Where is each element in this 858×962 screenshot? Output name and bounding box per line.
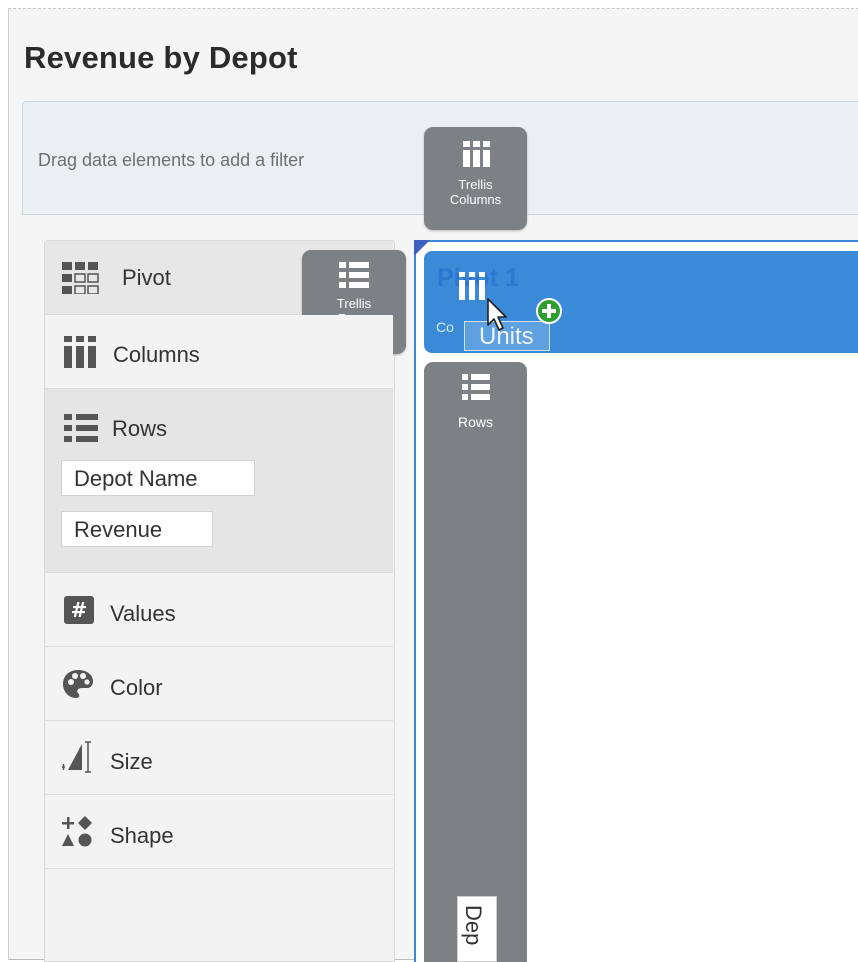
trellis-columns-label-1: Trellis [458,177,493,192]
columns-label: Columns [113,342,200,367]
trellis-columns-label-2: Columns [449,192,502,207]
selection-corner-marker [414,240,430,256]
shape-label: Shape [110,823,174,848]
palette-icon [63,670,93,698]
add-plus-icon [536,298,562,324]
grammar-section-size[interactable]: Size [45,721,393,795]
svg-text:#: # [71,598,88,622]
rows-drop-label: Rows [457,414,493,430]
values-label: Values [110,601,176,626]
size-icon [62,741,91,773]
columns-target-label: Co [436,319,454,335]
grammar-section-values[interactable]: # Values [45,573,393,647]
pivot-icon [62,262,99,294]
rows-icon [64,414,98,442]
grammar-section-columns[interactable]: Columns [45,315,393,389]
columns-icon [462,141,490,167]
columns-icon [459,272,485,300]
rows-item-revenue[interactable]: Revenue [61,511,213,547]
hash-icon: # [64,596,94,624]
page-title: Revenue by Depot [24,40,298,75]
color-label: Color [110,675,163,700]
grammar-section-color[interactable]: Color [45,647,393,721]
rows-drop-target[interactable]: Rows [424,362,527,962]
trellis-rows-label-1: Trellis [336,296,372,311]
pivot-label: Pivot [122,265,171,290]
pointer-cursor-icon [487,298,507,331]
rows-item-depot-name[interactable]: Depot Name [61,460,255,496]
rows-label: Rows [112,416,168,441]
grammar-section-shape[interactable]: Shape [45,795,393,869]
filter-hint: Drag data elements to add a filter [38,150,305,170]
rows-chip-depot[interactable]: Dep [457,896,497,962]
rows-icon [461,374,490,400]
columns-icon [64,336,96,368]
trellis-columns-drop-target[interactable]: Trellis Columns [424,127,527,230]
size-label: Size [110,749,153,774]
rows-icon [339,262,369,288]
shapes-icon [62,816,92,847]
rows-chip-text: Dep [461,905,486,946]
